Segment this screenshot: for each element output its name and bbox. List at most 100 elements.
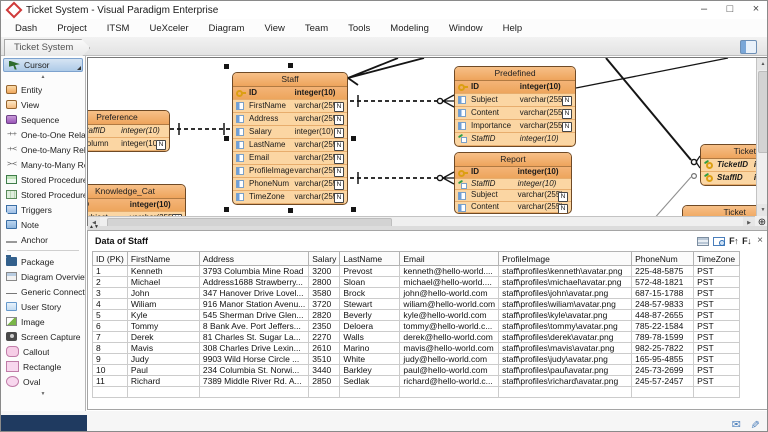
column-header-email[interactable]: Email (400, 252, 499, 266)
table-cell[interactable]: 2350 (309, 321, 340, 332)
table-cell[interactable]: Barkley (340, 365, 400, 376)
table-cell[interactable]: staff\profiles\kyle\avatar.png (499, 310, 632, 321)
table-cell[interactable]: 3510 (309, 354, 340, 365)
table-cell[interactable]: 9903 Wild Horse Circle ... (199, 354, 308, 365)
table-cell[interactable]: 308 Charles Drive Lexin... (199, 343, 308, 354)
entity-column-subject[interactable]: Subjectvarchar(255)N (455, 190, 571, 202)
staff-data-table[interactable]: ID (PK)FirstNameAddressSalaryLastNameEma… (92, 251, 740, 398)
diagram-canvas[interactable]: StaffIDinteger(10)FirstNamevarchar(255)N… (87, 57, 768, 229)
table-cell[interactable]: 234 Columbia St. Norwi... (199, 365, 308, 376)
table-cell[interactable]: PST (694, 376, 740, 387)
entity-report[interactable]: ReportIDinteger(10)StaffIDinteger(10)Sub… (454, 152, 572, 214)
table-cell[interactable]: PST (694, 310, 740, 321)
data-panel-close-icon[interactable]: × (757, 236, 763, 246)
entity-column-id[interactable]: IDinteger(10) (455, 167, 571, 179)
table-row[interactable]: 5Kyle545 Sherman Drive Glen...2820Beverl… (93, 310, 740, 321)
table-cell[interactable]: staff\profiles\richard\avatar.png (499, 376, 632, 387)
table-cell[interactable]: 3580 (309, 288, 340, 299)
entity-column-staffid[interactable]: StaffIDinteger(10) (455, 179, 571, 191)
entity-column-id[interactable]: IDinteger(10) (87, 199, 185, 212)
entity-column-timezone[interactable]: TimeZonevarchar(255)N (233, 191, 347, 204)
table-cell[interactable]: paul@hello-world.com (400, 365, 499, 376)
toolbox-item-view[interactable]: View (1, 97, 85, 112)
query-data-icon[interactable] (713, 237, 725, 246)
table-cell[interactable]: White (340, 354, 400, 365)
table-cell[interactable]: Richard (127, 376, 199, 387)
table-cell[interactable] (199, 387, 308, 398)
toolbox-item-triggers[interactable]: Triggers (1, 202, 85, 217)
table-cell[interactable]: 245-73-2699 (632, 365, 694, 376)
mail-icon[interactable] (732, 415, 741, 432)
table-cell[interactable]: judy@hello-world.com (400, 354, 499, 365)
table-row[interactable]: 9Judy9903 Wild Horse Circle ...3510White… (93, 354, 740, 365)
selection-handle[interactable] (224, 136, 229, 141)
table-cell[interactable]: 11 (93, 376, 128, 387)
entity-column-email[interactable]: Emailvarchar(255)N (233, 152, 347, 165)
table-cell[interactable]: 3 (93, 288, 128, 299)
table-cell[interactable]: 448-87-2655 (632, 310, 694, 321)
table-cell[interactable]: PST (694, 299, 740, 310)
table-row[interactable]: 10Paul234 Columbia St. Norwi...3440Barkl… (93, 365, 740, 376)
table-cell[interactable]: 2270 (309, 332, 340, 343)
entity-preference[interactable]: PreferenceStaffIDinteger(10)Columnintege… (87, 110, 170, 152)
edit-icon[interactable] (750, 415, 759, 432)
table-cell[interactable]: Address1688 Strawberry... (199, 277, 308, 288)
table-cell[interactable] (694, 387, 740, 398)
vertical-scrollbar[interactable]: ▲ ▼ (756, 58, 768, 216)
column-header-phonenum[interactable]: PhoneNum (632, 252, 694, 266)
table-cell[interactable]: john@hello-world.com (400, 288, 499, 299)
table-cell[interactable]: PST (694, 321, 740, 332)
table-cell[interactable]: PST (694, 266, 740, 277)
toolbox-item-diagram-overview[interactable]: Diagram Overview (1, 269, 85, 284)
toolbox-item-entity[interactable]: Entity (1, 82, 85, 97)
table-cell[interactable]: 9 (93, 354, 128, 365)
table-cell[interactable]: Mavis (127, 343, 199, 354)
table-cell[interactable]: PST (694, 343, 740, 354)
table-cell[interactable]: 545 Sherman Drive Glen... (199, 310, 308, 321)
column-header-id-pk[interactable]: ID (PK) (93, 252, 128, 266)
table-cell[interactable]: staff\profiles\derek\avatar.png (499, 332, 632, 343)
toolbox-item-cursor[interactable]: Cursor (3, 58, 83, 72)
toolbox-item-screen-capture[interactable]: Screen Capture (1, 329, 85, 344)
toolbox-item-many-to-many-relat[interactable]: Many-to-Many Relat (1, 157, 85, 172)
table-cell[interactable]: Wiliam (127, 299, 199, 310)
table-cell[interactable]: 3720 (309, 299, 340, 310)
table-cell[interactable] (499, 387, 632, 398)
vertical-scroll-thumb[interactable] (758, 71, 768, 153)
table-cell[interactable]: staff\profiles\wiliam\avatar.png (499, 299, 632, 310)
table-row[interactable]: 1Kenneth3793 Columbia Mine Road3200Prevo… (93, 266, 740, 277)
table-cell[interactable]: 248-57-9833 (632, 299, 694, 310)
table-cell[interactable]: Beverly (340, 310, 400, 321)
column-header-address[interactable]: Address (199, 252, 308, 266)
table-cell[interactable]: PST (694, 277, 740, 288)
table-cell[interactable]: 572-48-1821 (632, 277, 694, 288)
table-cell[interactable]: PST (694, 288, 740, 299)
table-cell[interactable]: staff\profiles\judy\avatar.png (499, 354, 632, 365)
table-cell[interactable]: 165-95-4855 (632, 354, 694, 365)
entity-staff[interactable]: StaffIDinteger(10)FirstNamevarchar(255)N… (232, 72, 348, 205)
toolbox-item-one-to-many-relati[interactable]: One-to-Many Relati (1, 142, 85, 157)
entity-column-staffid[interactable]: StaffIDinteger(10) (87, 125, 169, 138)
table-cell[interactable]: 785-22-1584 (632, 321, 694, 332)
entity-column-staffid[interactable]: StaffIDinteger(10) (455, 133, 575, 146)
table-cell[interactable]: richard@hello-world.c... (400, 376, 499, 387)
minimize-button[interactable]: – (691, 1, 717, 19)
table-cell[interactable]: 4 (93, 299, 128, 310)
toolbox-item-callout[interactable]: Callout (1, 344, 85, 359)
table-cell[interactable]: PST (694, 354, 740, 365)
selection-handle[interactable] (224, 64, 229, 69)
entity-column-salary[interactable]: Salaryinteger(10)N (233, 126, 347, 139)
entity-column-profileimage[interactable]: ProfileImagevarchar(255)N (233, 165, 347, 178)
table-cell[interactable]: Tommy (127, 321, 199, 332)
menu-item-tools[interactable]: Tools (338, 23, 380, 34)
table-cell[interactable]: 245-57-2457 (632, 376, 694, 387)
entity-column-column[interactable]: Columninteger(10)N (87, 138, 169, 151)
table-cell[interactable]: 687-15-1788 (632, 288, 694, 299)
table-cell[interactable] (400, 387, 499, 398)
font-increase-button[interactable]: F↑ (729, 236, 738, 246)
menu-item-itsm[interactable]: ITSM (97, 23, 140, 34)
table-cell[interactable]: 225-48-5875 (632, 266, 694, 277)
table-cell[interactable]: 8 Bank Ave. Port Jeffers... (199, 321, 308, 332)
column-header-firstname[interactable]: FirstName (127, 252, 199, 266)
table-cell[interactable]: Paul (127, 365, 199, 376)
